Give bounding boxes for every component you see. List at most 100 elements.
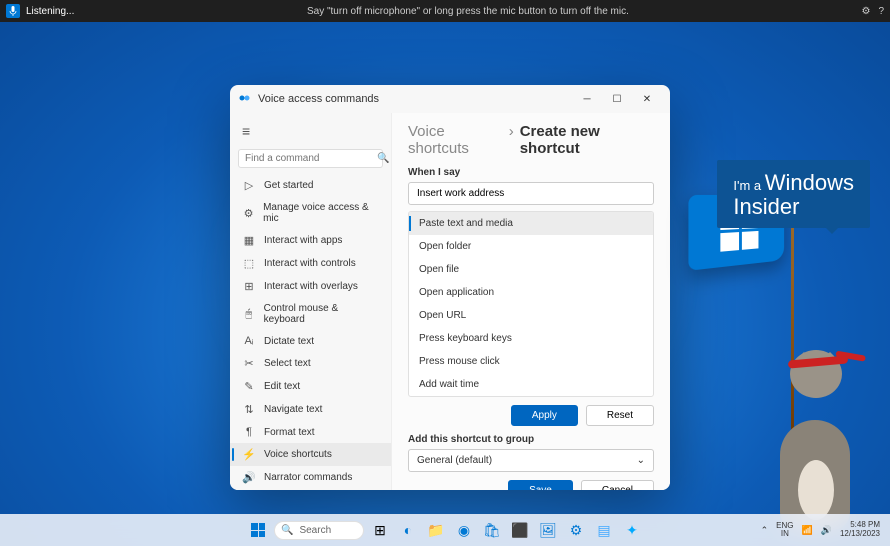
when-input[interactable] [408, 182, 654, 205]
nav-icon: ⬚ [242, 257, 256, 270]
sidebar-item[interactable]: ⚙ Manage voice access & mic [230, 197, 391, 229]
nav-label: Narrator commands [264, 472, 352, 483]
copilot-icon[interactable]: ◐ [396, 518, 420, 542]
nav-icon: ▷ [242, 179, 256, 192]
voice-status: Listening... [26, 6, 74, 17]
action-option[interactable]: Open application [409, 281, 653, 304]
nav-label: Interact with overlays [264, 281, 358, 292]
taskbar: 🔍Search ⊞ ◐ 📁 ◉ 🛍 ⬛ 🖼 ⚙ ▤ ✦ ⌃ ENG IN 📶 🔊… [0, 514, 890, 546]
nav-label: Interact with controls [264, 258, 356, 269]
action-option[interactable]: Open file [409, 258, 653, 281]
ninja-cat [760, 350, 880, 530]
clock[interactable]: 5:48 PM 12/13/2023 [840, 521, 880, 539]
photos-icon[interactable]: 🖼 [536, 518, 560, 542]
sidebar-item[interactable]: ✂ Select text [230, 352, 391, 375]
actions-dropdown: Paste text and mediaOpen folderOpen file… [408, 211, 654, 397]
sidebar-item[interactable]: ⇅ Navigate text [230, 398, 391, 421]
nav-icon: ⇅ [242, 403, 256, 416]
search-input[interactable] [245, 153, 377, 164]
group-label: Add this shortcut to group [408, 434, 654, 445]
nav-label: Control mouse & keyboard [264, 303, 379, 325]
action-option[interactable]: Add wait time [409, 373, 653, 396]
edge-icon[interactable]: ◉ [452, 518, 476, 542]
nav-label: Select text [264, 358, 311, 369]
nav-label: Format text [264, 427, 315, 438]
reset-button[interactable]: Reset [586, 405, 654, 426]
sidebar-item[interactable]: ✎ Edit text [230, 375, 391, 398]
speech-bubble: I'm a Windows Insider [717, 160, 870, 228]
nav-icon: 🖱 [242, 308, 256, 321]
sidebar-item[interactable]: 🖱 Control mouse & keyboard [230, 298, 391, 330]
nav-label: Navigate text [264, 404, 322, 415]
voice-hint: Say "turn off microphone" or long press … [74, 6, 861, 17]
breadcrumb-current: Create new shortcut [520, 123, 654, 157]
nav-label: Manage voice access & mic [263, 202, 379, 224]
sidebar-item[interactable]: ¶ Format text [230, 421, 391, 443]
window-title: Voice access commands [258, 93, 379, 105]
sidebar-item[interactable]: ▷ Get started [230, 174, 391, 197]
action-option[interactable]: Paste text and media [409, 212, 653, 235]
nav-icon: ⊞ [242, 280, 256, 293]
chevron-down-icon: ⌄ [637, 455, 645, 466]
action-option[interactable]: Open folder [409, 235, 653, 258]
save-button[interactable]: Save [508, 480, 573, 490]
hamburger-icon[interactable]: ≡ [230, 117, 391, 145]
nav-label: Voice shortcuts [264, 449, 332, 460]
volume-icon[interactable]: 🔊 [821, 525, 832, 536]
help-icon[interactable]: ? [878, 6, 884, 17]
search-box[interactable]: 🔍 [238, 149, 383, 168]
mic-icon[interactable] [6, 4, 20, 18]
wifi-icon[interactable]: 📶 [802, 525, 813, 536]
nav-icon: ⚡ [242, 448, 256, 461]
nav-icon: 🔊 [242, 471, 256, 484]
sidebar-item[interactable]: 🔊 Narrator commands [230, 466, 391, 486]
sidebar-item[interactable]: AᵢDictate text [230, 330, 391, 352]
app-icon-1[interactable]: ⬛ [508, 518, 532, 542]
voice-access-window: Voice access commands ─ ☐ ✕ ≡ 🔍 ▷ Get sta… [230, 85, 670, 490]
action-option[interactable]: Open URL [409, 304, 653, 327]
cancel-button[interactable]: Cancel [581, 480, 654, 490]
start-button[interactable] [246, 518, 270, 542]
breadcrumb-root[interactable]: Voice shortcuts [408, 123, 503, 157]
action-option[interactable]: Press keyboard keys [409, 327, 653, 350]
nav-icon: ▦ [242, 234, 256, 247]
search-icon: 🔍 [281, 525, 293, 536]
search-icon: 🔍 [377, 153, 389, 164]
taskbar-search[interactable]: 🔍Search [274, 521, 364, 540]
nav-icon: ✎ [242, 380, 256, 393]
app-icon-3[interactable]: ✦ [620, 518, 644, 542]
nav-label: Edit text [264, 381, 300, 392]
tray-chevron-icon[interactable]: ⌃ [761, 525, 769, 536]
sidebar-item[interactable]: ⚡ Voice shortcuts [230, 443, 391, 466]
nav-icon: ¶ [242, 426, 256, 438]
voice-access-bar: Listening... Say "turn off microphone" o… [0, 0, 890, 22]
close-button[interactable]: ✕ [632, 85, 662, 113]
task-view-icon[interactable]: ⊞ [368, 518, 392, 542]
language-indicator[interactable]: ENG IN [776, 522, 793, 538]
nav-icon: ⚙ [242, 207, 255, 220]
sidebar: ≡ 🔍 ▷ Get started ⚙ Manage voice access & m… [230, 113, 392, 490]
sidebar-item[interactable]: ⊞ Interact with overlays [230, 275, 391, 298]
group-value: General (default) [417, 455, 492, 466]
sidebar-item[interactable]: ▦ Interact with apps [230, 229, 391, 252]
settings-icon[interactable]: ⚙ [861, 6, 870, 17]
insider-badge: I'm a Windows Insider [717, 160, 870, 228]
sidebar-item[interactable]: ⬚ Interact with controls [230, 252, 391, 275]
maximize-button[interactable]: ☐ [602, 85, 632, 113]
store-icon[interactable]: 🛍 [480, 518, 504, 542]
nav-icon: ✂ [242, 357, 256, 370]
explorer-icon[interactable]: 📁 [424, 518, 448, 542]
breadcrumb-sep: › [509, 123, 514, 140]
app-icon [238, 92, 252, 106]
app-icon-2[interactable]: ▤ [592, 518, 616, 542]
settings-icon[interactable]: ⚙ [564, 518, 588, 542]
titlebar: Voice access commands ─ ☐ ✕ [230, 85, 670, 113]
breadcrumb: Voice shortcuts › Create new shortcut [408, 123, 654, 157]
nav-label: Get started [264, 180, 313, 191]
action-option[interactable]: Press mouse click [409, 350, 653, 373]
minimize-button[interactable]: ─ [572, 85, 602, 113]
group-select[interactable]: General (default) ⌄ [408, 449, 654, 472]
when-label: When I say [408, 167, 654, 178]
nav-label: Interact with apps [264, 235, 342, 246]
apply-button[interactable]: Apply [511, 405, 578, 426]
